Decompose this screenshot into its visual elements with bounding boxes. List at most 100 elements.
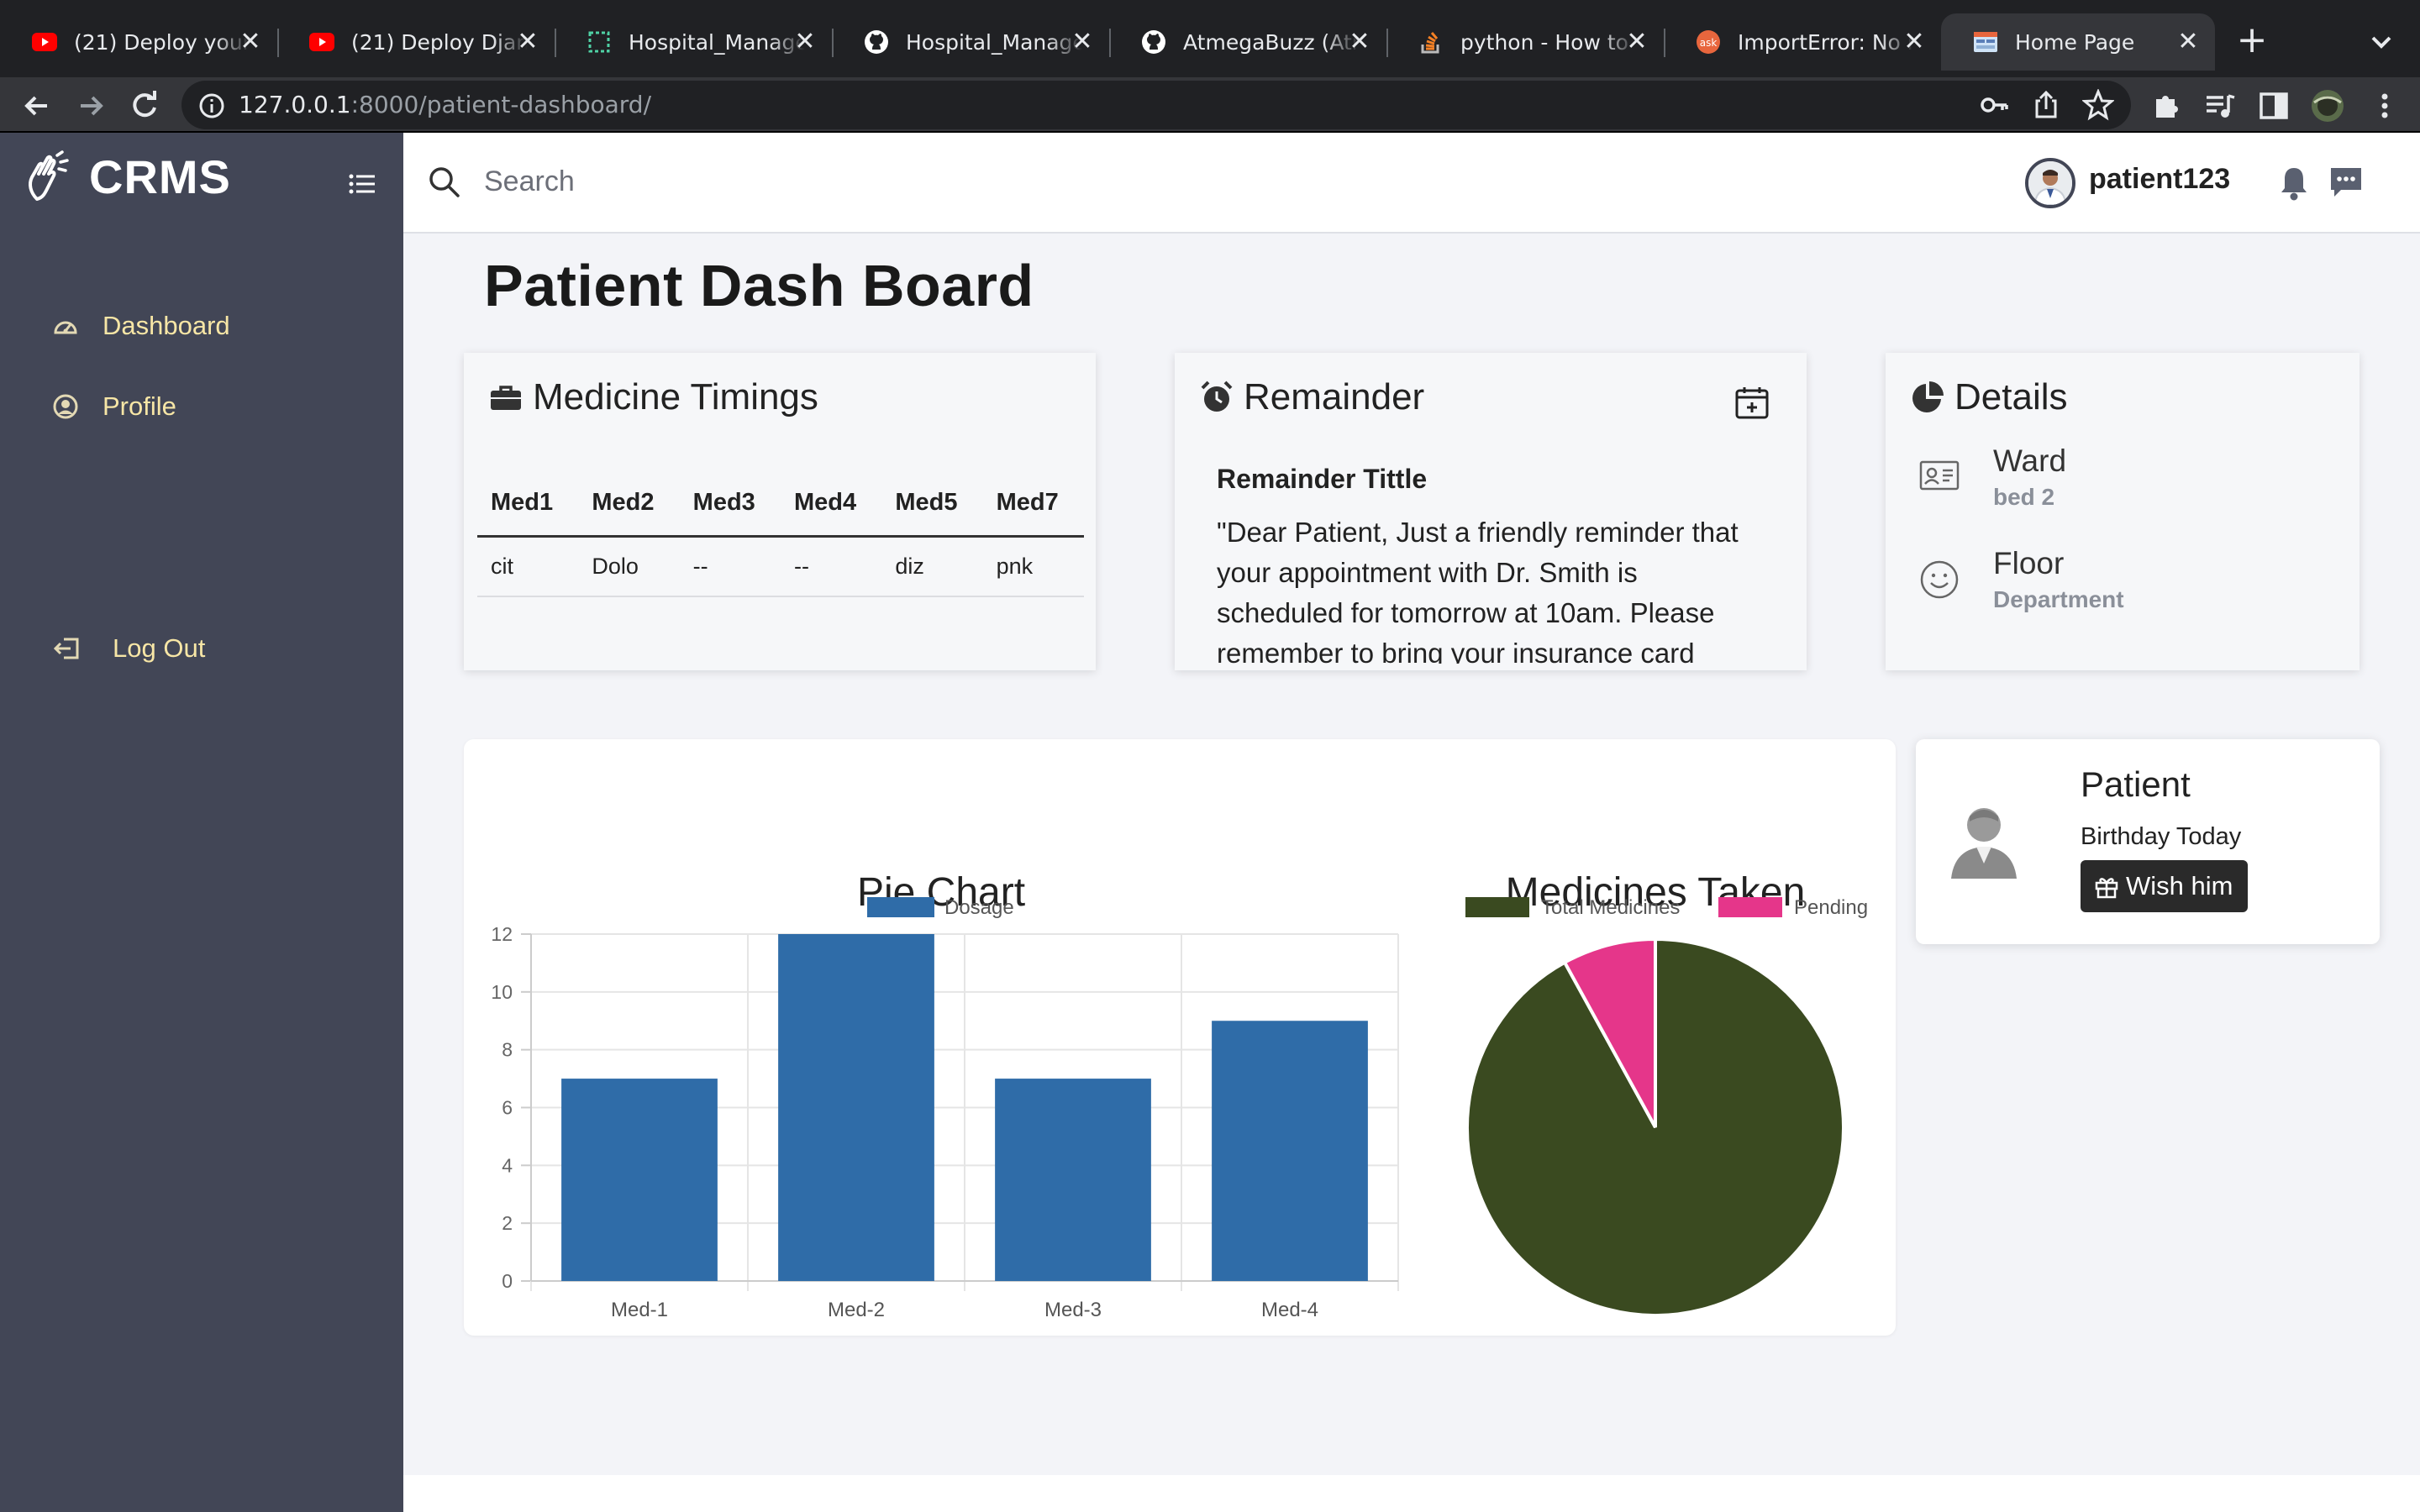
- close-icon[interactable]: ✕: [1067, 27, 1097, 57]
- sidebar-item-logout[interactable]: Log Out: [52, 633, 205, 664]
- username[interactable]: patient123: [2089, 163, 2230, 196]
- info-icon[interactable]: [198, 92, 225, 119]
- media-icon[interactable]: [2203, 89, 2237, 123]
- legend-swatch: [867, 897, 934, 917]
- close-icon[interactable]: ✕: [1899, 27, 1929, 57]
- charts-canvas: Pie ChartDosage024681012Med-1 Med-2 Med-3 M…: [491, 870, 1868, 1321]
- browser-tab-title: (21) Deploy your Django: [74, 29, 250, 55]
- sidebar-item-dashboard[interactable]: Dashboard: [52, 311, 230, 341]
- page-icon: [1973, 29, 1998, 55]
- table-header: Med5: [881, 470, 983, 538]
- close-icon[interactable]: ✕: [1622, 27, 1652, 57]
- search-icon[interactable]: [427, 165, 460, 198]
- table-cell: cit: [477, 536, 579, 597]
- table-header-row: Med1 Med2 Med3 Med4 Med5 Med7: [477, 470, 1084, 538]
- sidebar: CRMS Dashboard Profile Log Out: [0, 133, 403, 1512]
- browser-tab[interactable]: Hospital_Management ✕: [555, 13, 834, 71]
- legend-label: Pending: [1794, 896, 1868, 919]
- close-icon[interactable]: ✕: [790, 27, 820, 57]
- stackoverflow-icon: [1418, 29, 1444, 55]
- reminder-heading: Remainder Tittle: [1217, 464, 1428, 494]
- table-header: Med1: [477, 470, 579, 538]
- profile-avatar-icon[interactable]: [2311, 89, 2344, 123]
- card-title: Remainder: [1200, 376, 1424, 418]
- search-input[interactable]: [484, 158, 1072, 205]
- chat-icon[interactable]: [2328, 163, 2365, 200]
- browser-tab[interactable]: Hospital_Management ✕: [832, 13, 1111, 71]
- logout-icon: [53, 638, 79, 659]
- reload-icon[interactable]: [126, 87, 163, 124]
- chevron-down-icon[interactable]: [2365, 25, 2398, 59]
- browser-tab[interactable]: python - How to set ✕: [1386, 13, 1665, 71]
- table-header: Med2: [578, 470, 680, 538]
- bar: [1212, 1021, 1368, 1281]
- browser-tab-title: AtmegaBuzz (Atmega: [1183, 29, 1360, 55]
- browser-tab-title: Hospital_Management: [906, 29, 1082, 55]
- kebab-menu-icon[interactable]: [2368, 89, 2402, 123]
- card-title: Medicine Timings: [489, 376, 818, 418]
- browser-tab-active[interactable]: Home Page ✕: [1941, 13, 2215, 71]
- share-icon[interactable]: [2030, 89, 2062, 121]
- legend-swatch: [1465, 897, 1529, 917]
- browser-tab[interactable]: ask ImportError: No module ✕: [1664, 13, 1943, 71]
- new-tab-button[interactable]: +: [2232, 22, 2272, 62]
- sidebar-item-profile[interactable]: Profile: [52, 391, 176, 422]
- youtube-icon: [32, 29, 57, 55]
- ward-value: bed 2: [1993, 484, 2055, 510]
- calendar-add-icon[interactable]: [1734, 385, 1770, 420]
- address-bar: 127.0.0.1:8000/patient-dashboard/: [0, 77, 2420, 133]
- close-icon[interactable]: ✕: [513, 27, 543, 57]
- back-arrow-icon[interactable]: [18, 87, 55, 124]
- github-icon: [864, 29, 889, 55]
- birthday-text: Birthday Today: [2081, 823, 2242, 850]
- ward-label: Ward: [1993, 444, 2067, 478]
- charts-card: Pie Chart Dosage 0 2 4 6 8 10 12 Med-1 Med-2 Med-3 M…: [464, 739, 1896, 1336]
- bell-icon[interactable]: [2277, 165, 2311, 202]
- ask-icon: ask: [1696, 29, 1721, 55]
- extensions-icon[interactable]: [2149, 89, 2183, 123]
- table-row: cit Dolo -- -- diz pnk: [477, 536, 1084, 597]
- person-silhouette-icon: [1951, 808, 2017, 879]
- footer-strip: [403, 1475, 2420, 1512]
- browser-tab[interactable]: (21) Deploy Django ✕: [277, 13, 556, 71]
- hand-wave-icon: [29, 150, 69, 201]
- x-tick-label: Med-3: [1044, 1299, 1102, 1321]
- smiley-icon: [1920, 560, 1959, 599]
- menu-list-icon[interactable]: [348, 170, 376, 198]
- y-tick-label: 8: [502, 1039, 513, 1061]
- card-title: Details: [1911, 376, 2068, 418]
- pie-chart-icon: [1912, 381, 1944, 412]
- browser-tab-title: Home Page: [2015, 29, 2135, 55]
- bar: [561, 1079, 718, 1281]
- forward-arrow-icon[interactable]: [72, 87, 109, 124]
- key-icon[interactable]: [1978, 89, 2010, 121]
- table-header: Med3: [679, 470, 781, 538]
- table-cell: Dolo: [578, 536, 680, 597]
- wish-button[interactable]: Wish him: [2081, 860, 2249, 912]
- y-tick-label: 2: [502, 1212, 513, 1234]
- sidebar-item-label: Profile: [103, 391, 176, 421]
- y-tick-label: 12: [491, 923, 513, 945]
- patient-birthday-card: Patient Birthday Today Wish him: [1916, 739, 2380, 944]
- browser-tab[interactable]: (21) Deploy your Django ✕: [0, 13, 279, 71]
- brand[interactable]: CRMS: [25, 150, 231, 204]
- table-cell: --: [679, 536, 781, 597]
- table-cell: diz: [881, 536, 983, 597]
- side-panel-icon[interactable]: [2257, 89, 2291, 123]
- browser-tab[interactable]: AtmegaBuzz (Atmega ✕: [1109, 13, 1388, 71]
- y-tick-label: 4: [502, 1154, 513, 1176]
- close-icon[interactable]: ✕: [2173, 27, 2203, 57]
- url-field[interactable]: 127.0.0.1:8000/patient-dashboard/: [182, 81, 2131, 129]
- avatar[interactable]: [2025, 158, 2075, 208]
- bar: [778, 934, 934, 1281]
- gift-icon: [2095, 878, 2118, 899]
- y-tick-label: 6: [502, 1097, 513, 1119]
- details-card: Details Ward bed 2 Floor Department: [1886, 353, 2360, 670]
- medicine-table: Med1 Med2 Med3 Med4 Med5 Med7 cit Dolo -…: [477, 470, 1084, 597]
- page-title: Patient Dash Board: [484, 253, 1034, 318]
- sidebar-item-label: Dashboard: [103, 311, 230, 340]
- star-icon[interactable]: [2082, 89, 2114, 121]
- close-icon[interactable]: ✕: [235, 27, 266, 57]
- close-icon[interactable]: ✕: [1344, 27, 1375, 57]
- reminder-card: Remainder Remainder Tittle "Dear Patient…: [1175, 353, 1807, 670]
